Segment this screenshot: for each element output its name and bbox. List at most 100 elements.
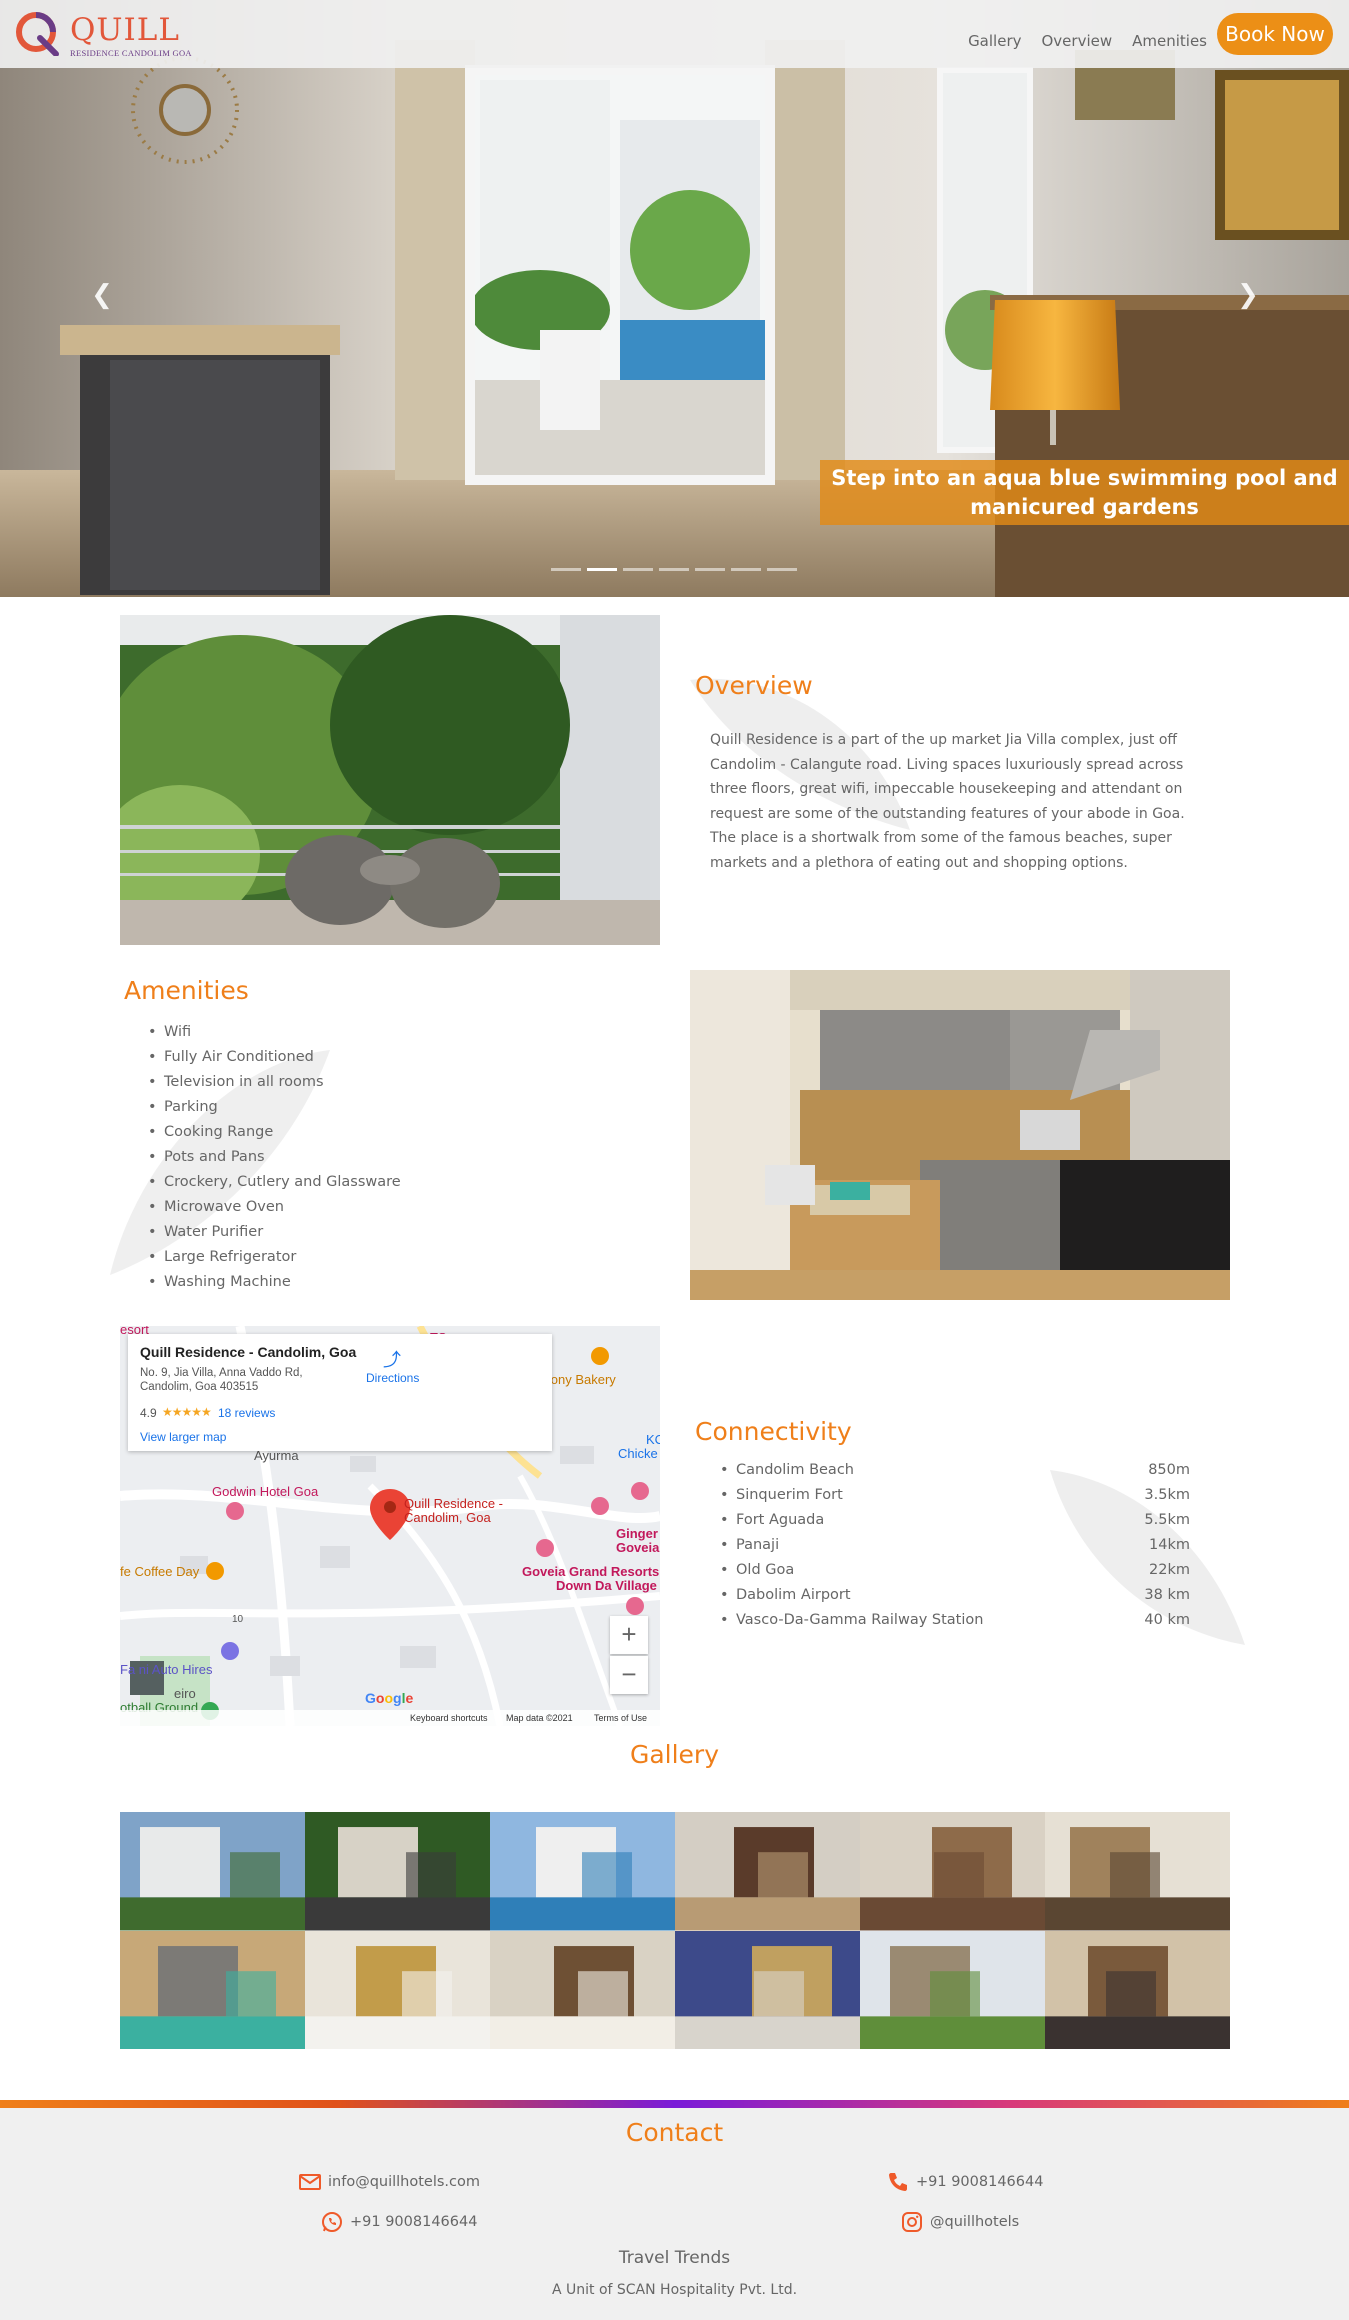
view-larger-map-link[interactable]: View larger map [140,1430,226,1444]
book-now-button[interactable]: Book Now [1217,13,1333,55]
gallery-photo[interactable] [490,1930,675,2049]
map-label: eiro [174,1686,196,1701]
amenity-item: Fully Air Conditioned [148,1045,508,1070]
carousel-indicator[interactable] [695,568,725,571]
connectivity-item: Vasco-Da-Gamma Railway Station 40 km [720,1608,1190,1633]
email-icon [299,2174,321,2190]
gallery-photo[interactable] [675,1812,860,1931]
map-reviews-link[interactable]: 18 reviews [218,1406,275,1420]
connectivity-distance: 3.5km [1144,1487,1190,1503]
gallery-photo[interactable] [120,1930,305,2049]
connectivity-place: Candolim Beach [736,1462,854,1478]
connectivity-item: Sinquerim Fort 3.5km [720,1483,1190,1508]
brand-logo[interactable]: QUILL RESIDENCE CANDOLIM GOA [14,10,192,60]
contact-whatsapp-text: +91 9008146644 [350,2214,478,2230]
kitchen-photo [690,970,1230,1300]
gallery-photo[interactable] [860,1930,1045,2049]
connectivity-place: Dabolim Airport [736,1587,851,1603]
gallery-photo[interactable] [1045,1812,1230,1931]
nav-gallery-link[interactable]: Gallery [968,32,1021,50]
map-rating: 4.9 [140,1406,157,1420]
instagram-icon [902,2212,922,2232]
amenity-item: Parking [148,1095,508,1120]
main-nav: Gallery Overview Amenities [968,32,1207,50]
connectivity-place: Sinquerim Fort [736,1487,843,1503]
map-data-credit: Map data ©2021 [506,1713,573,1723]
overview-title: Overview [695,671,813,700]
carousel-indicator-active[interactable] [587,568,617,571]
directions-link[interactable]: Directions [366,1371,419,1385]
connectivity-title: Connectivity [695,1417,852,1446]
footer-company: A Unit of SCAN Hospitality Pvt. Ltd. [551,2282,798,2298]
carousel-indicator[interactable] [767,568,797,571]
map-rating-stars-icon: ★★★★★ [162,1405,212,1419]
gallery-photo[interactable] [490,1812,675,1931]
contact-instagram[interactable]: @quillhotels [900,2210,1019,2234]
connectivity-distance: 38 km [1144,1587,1190,1603]
site-header: QUILL RESIDENCE CANDOLIM GOA Gallery Ove… [0,0,1349,68]
nav-amenities-link[interactable]: Amenities [1132,32,1207,50]
connectivity-item: Panaji 14km [720,1533,1190,1558]
carousel-indicator[interactable] [731,568,761,571]
connectivity-distance: 5.5km [1144,1512,1190,1528]
map-place-card: Quill Residence - Candolim, Goa No. 9, J… [128,1334,552,1451]
nav-overview-link[interactable]: Overview [1042,32,1113,50]
contact-email-text: info@quillhotels.com [328,2174,481,2190]
connectivity-item: Candolim Beach 850m [720,1458,1190,1483]
amenity-item: Pots and Pans [148,1145,508,1170]
map-zoom-in-button[interactable]: + [610,1616,648,1654]
balcony-photo [120,615,660,945]
connectivity-place: Fort Aguada [736,1512,825,1528]
amenity-item: Microwave Oven [148,1195,508,1220]
gallery-photo[interactable] [860,1812,1045,1931]
connectivity-list: Candolim Beach 850m Sinquerim Fort 3.5km For… [720,1458,1190,1633]
connectivity-distance: 22km [1149,1562,1190,1578]
map-place-name: Quill Residence - Candolim, Goa [140,1344,357,1360]
map-label: Candolim, Goa [404,1510,491,1525]
map-label: 10 [232,1614,244,1625]
carousel-indicator[interactable] [659,568,689,571]
hero-carousel: ❮ ❯ Step into an aqua blue swimming pool… [0,0,1349,597]
carousel-indicators [551,568,797,571]
connectivity-item: Old Goa 22km [720,1558,1190,1583]
hero-caption: Step into an aqua blue swimming pool and… [820,460,1349,525]
contact-phone-text: +91 9008146644 [916,2174,1044,2190]
carousel-indicator[interactable] [623,568,653,571]
contact-email[interactable]: info@quillhotels.com [298,2170,480,2194]
google-logo: Google [365,1690,414,1706]
map-place-address: No. 9, Jia Villa, Anna Vaddo Rd, Candoli… [140,1367,303,1393]
connectivity-place: Panaji [736,1537,780,1553]
phone-icon [889,2173,907,2191]
amenity-item: Crockery, Cutlery and Glassware [148,1170,508,1195]
map-label: KC [646,1432,660,1447]
directions-icon[interactable]: ⤴ [382,1346,402,1370]
connectivity-distance: 40 km [1144,1612,1190,1628]
keyboard-shortcuts-link[interactable]: Keyboard shortcuts [410,1713,488,1723]
contact-phone[interactable]: +91 9008146644 [886,2170,1043,2194]
overview-paragraph: Quill Residence is a part of the up mark… [710,732,1185,871]
map-label: Godwin Hotel Goa [212,1484,319,1499]
amenity-item: Wifi [148,1020,508,1045]
gallery-photo[interactable] [120,1812,305,1931]
connectivity-item: Fort Aguada 5.5km [720,1508,1190,1533]
gallery-grid [120,1812,1230,2049]
contact-divider [0,2100,1349,2108]
carousel-indicator[interactable] [551,568,581,571]
location-map[interactable]: esort TS Anthony Bakery KC Chicke Ayurma… [120,1326,660,1726]
gallery-photo[interactable] [675,1930,860,2049]
terms-of-use-link[interactable]: Terms of Use [594,1713,647,1723]
amenity-item: Cooking Range [148,1120,508,1145]
gallery-photo[interactable] [305,1812,490,1931]
whatsapp-icon [322,2212,342,2232]
gallery-photo[interactable] [305,1930,490,2049]
carousel-prev-button[interactable]: ❮ [87,280,117,316]
map-label: fe Coffee Day [120,1564,200,1579]
map-zoom-out-button[interactable]: − [610,1656,648,1694]
carousel-next-button[interactable]: ❯ [1233,280,1263,316]
amenity-item: Washing Machine [148,1270,508,1295]
amenity-item: Large Refrigerator [148,1245,508,1270]
connectivity-place: Old Goa [736,1562,795,1578]
contact-instagram-text: @quillhotels [930,2214,1020,2230]
contact-whatsapp[interactable]: +91 9008146644 [320,2210,477,2234]
gallery-photo[interactable] [1045,1930,1230,2049]
